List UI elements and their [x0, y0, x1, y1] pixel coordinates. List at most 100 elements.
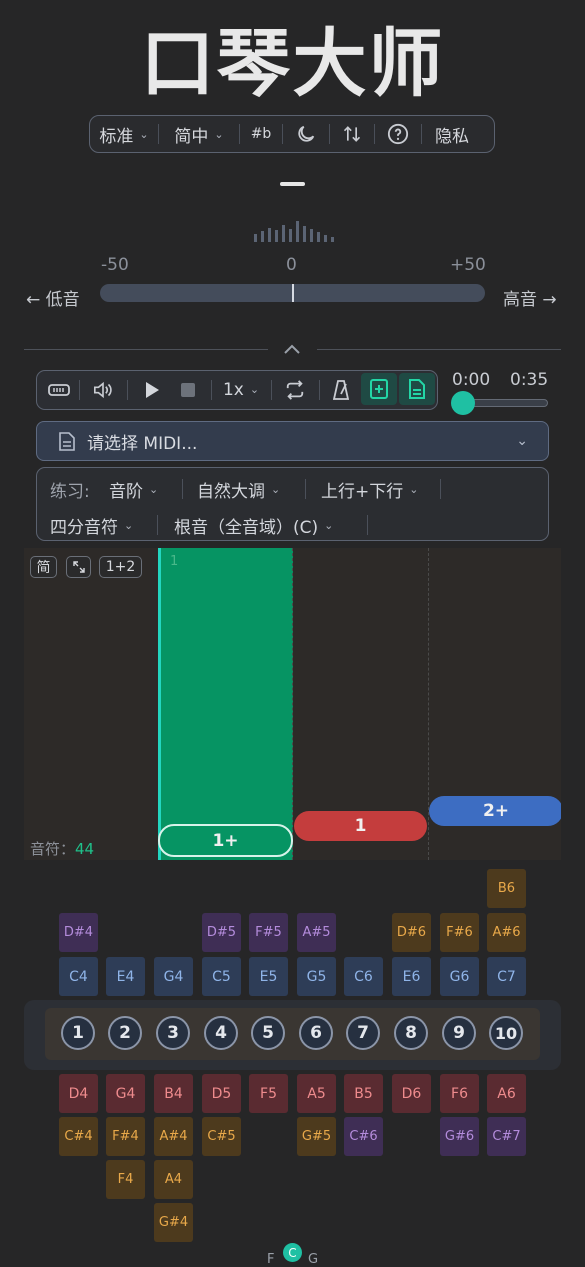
- note-cell[interactable]: C#7: [487, 1117, 526, 1156]
- hole-7[interactable]: 7: [346, 1016, 380, 1050]
- tuning-select[interactable]: 标准 ⌄: [90, 116, 158, 152]
- note-cell[interactable]: F#4: [106, 1117, 145, 1156]
- divider: [317, 349, 561, 350]
- note-cell-draw[interactable]: F6: [440, 1074, 479, 1113]
- hole-8[interactable]: 8: [394, 1016, 428, 1050]
- stop-button[interactable]: [173, 371, 203, 408]
- note-bar-label: 2+: [482, 801, 510, 821]
- chevron-down-icon: ⌄: [409, 483, 419, 496]
- scale-select[interactable]: 自然大调 ⌄: [197, 477, 280, 502]
- hole-5[interactable]: 5: [251, 1016, 285, 1050]
- progress-slider-handle[interactable]: [451, 391, 475, 415]
- speed-select[interactable]: 1x ⌄: [215, 371, 267, 408]
- hole-9[interactable]: 9: [442, 1016, 476, 1050]
- note-cell-blow[interactable]: C6: [344, 957, 383, 996]
- document-icon: [409, 379, 425, 399]
- direction-select[interactable]: 上行+下行 ⌄: [321, 477, 418, 502]
- note-bar-blow-2[interactable]: 2+: [429, 796, 561, 826]
- note-cell[interactable]: G#4: [154, 1203, 193, 1242]
- note-cell-draw[interactable]: G4: [106, 1074, 145, 1113]
- show-both-button[interactable]: 1+2: [99, 556, 142, 578]
- practice-label: 练习:: [50, 482, 90, 502]
- note-cell-draw[interactable]: A6: [487, 1074, 526, 1113]
- speed-label: 1x: [222, 379, 244, 400]
- keyboard-toggle-button[interactable]: [41, 371, 77, 408]
- hole-2[interactable]: 2: [108, 1016, 142, 1050]
- note-cell-draw[interactable]: B5: [344, 1074, 383, 1113]
- note-cell-draw[interactable]: D4: [59, 1074, 98, 1113]
- help-button[interactable]: [375, 116, 421, 152]
- accidental-toggle-button[interactable]: #b: [240, 116, 282, 152]
- note-cell-draw[interactable]: A5: [297, 1074, 336, 1113]
- note-cell-blow[interactable]: G5: [297, 957, 336, 996]
- note-bar-blow-1[interactable]: 1+: [158, 824, 293, 857]
- privacy-link[interactable]: 隐私: [422, 116, 482, 152]
- note-cell[interactable]: F4: [106, 1160, 145, 1199]
- notes-count-value: 44: [75, 840, 95, 858]
- note-cell-blow[interactable]: E6: [392, 957, 431, 996]
- note-cell[interactable]: D#4: [59, 913, 98, 952]
- expand-button[interactable]: [66, 556, 91, 578]
- note-cell[interactable]: D#6: [392, 913, 431, 952]
- loop-button[interactable]: [277, 371, 313, 408]
- hole-1[interactable]: 1: [61, 1016, 95, 1050]
- note-cell[interactable]: G#5: [297, 1117, 336, 1156]
- note-cell-draw[interactable]: F5: [249, 1074, 288, 1113]
- note-cell-blow[interactable]: G6: [440, 957, 479, 996]
- note-cell[interactable]: A#4: [154, 1117, 193, 1156]
- chevron-down-icon: ⌄: [214, 127, 224, 141]
- note-cell-draw[interactable]: B4: [154, 1074, 193, 1113]
- note-bar-draw-1[interactable]: 1: [294, 811, 427, 841]
- note-cell[interactable]: D#5: [202, 913, 241, 952]
- simplified-toggle-button[interactable]: 简: [30, 556, 57, 578]
- key-option-current[interactable]: C: [283, 1243, 302, 1262]
- help-icon: [387, 123, 409, 145]
- hole-6[interactable]: 6: [299, 1016, 333, 1050]
- current-beat-highlight: [159, 548, 293, 860]
- add-notes-button[interactable]: [361, 373, 397, 405]
- divider: [24, 349, 268, 350]
- note-cell-blow[interactable]: C7: [487, 957, 526, 996]
- hole-3[interactable]: 3: [156, 1016, 190, 1050]
- key-option-next[interactable]: G: [308, 1252, 318, 1267]
- note-cell-blow[interactable]: E4: [106, 957, 145, 996]
- note-cell-blow[interactable]: G4: [154, 957, 193, 996]
- note-cell[interactable]: C#4: [59, 1117, 98, 1156]
- note-cell[interactable]: G#6: [440, 1117, 479, 1156]
- scale-label: 自然大调: [197, 482, 265, 502]
- language-label: 简中: [174, 126, 209, 147]
- stop-icon: [181, 382, 195, 397]
- chevron-down-icon: ⌄: [271, 483, 281, 496]
- tuner-min-label: -50: [101, 255, 129, 275]
- note-cell[interactable]: F#6: [440, 913, 479, 952]
- language-select[interactable]: 简中 ⌄: [159, 116, 239, 152]
- root-note-select[interactable]: 根音（全音域）(C) ⌄: [174, 513, 333, 538]
- tuner-max-label: +50: [450, 255, 486, 275]
- rhythm-select[interactable]: 四分音符 ⌄: [50, 513, 133, 538]
- note-cell-blow[interactable]: C4: [59, 957, 98, 996]
- play-button[interactable]: [137, 371, 167, 408]
- key-option-prev[interactable]: F: [267, 1252, 274, 1267]
- midi-file-select[interactable]: 请选择 MIDI... ⌄: [36, 421, 549, 461]
- practice-mode-select[interactable]: 音阶 ⌄: [109, 477, 158, 502]
- chevron-up-icon[interactable]: [281, 339, 303, 359]
- note-cell[interactable]: A#5: [297, 913, 336, 952]
- note-cell[interactable]: F#5: [249, 913, 288, 952]
- note-cell-draw[interactable]: D5: [202, 1074, 241, 1113]
- note-cell[interactable]: C#5: [202, 1117, 241, 1156]
- hole-4[interactable]: 4: [204, 1016, 238, 1050]
- practice-mode-label: 音阶: [109, 482, 143, 502]
- note-cell[interactable]: B6: [487, 869, 526, 908]
- note-cell-blow[interactable]: C5: [202, 957, 241, 996]
- volume-button[interactable]: [84, 371, 122, 408]
- note-cell-draw[interactable]: D6: [392, 1074, 431, 1113]
- note-cell[interactable]: C#6: [344, 1117, 383, 1156]
- note-cell[interactable]: A4: [154, 1160, 193, 1199]
- dark-mode-button[interactable]: [283, 116, 329, 152]
- hole-10[interactable]: 10: [489, 1016, 523, 1050]
- metronome-button[interactable]: [325, 371, 357, 408]
- swap-direction-button[interactable]: [330, 116, 374, 152]
- note-cell-blow[interactable]: E5: [249, 957, 288, 996]
- note-cell[interactable]: A#6: [487, 913, 526, 952]
- score-view-button[interactable]: [399, 373, 435, 405]
